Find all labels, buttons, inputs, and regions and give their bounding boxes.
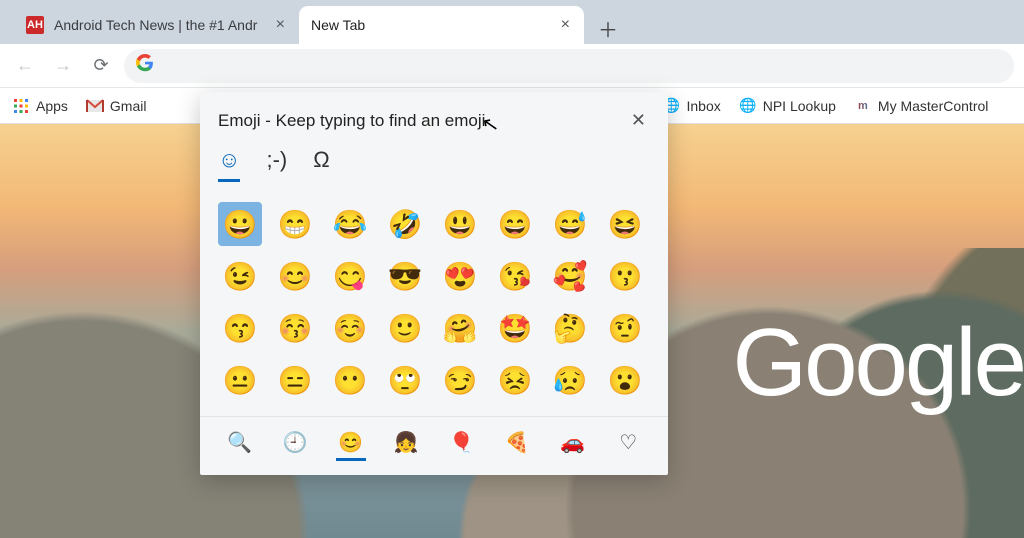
new-tab-button[interactable]: ＋ xyxy=(592,12,624,44)
close-icon[interactable]: ✕ xyxy=(627,106,650,135)
smileys-cat[interactable]: 😊 xyxy=(336,427,366,461)
emoji-picker: Emoji - Keep typing to find an emoji ✕ ☺… xyxy=(200,92,668,475)
tab-title: New Tab xyxy=(311,17,549,33)
emoji-cell[interactable]: 🤣 xyxy=(383,202,427,246)
google-icon xyxy=(136,54,154,77)
bookmark-npi-lookup[interactable]: 🌐 NPI Lookup xyxy=(739,97,836,115)
bookmark-inbox[interactable]: 🌐 Inbox xyxy=(662,97,720,115)
emoji-cell[interactable]: 🙄 xyxy=(383,358,427,402)
emoji-cell[interactable]: 😙 xyxy=(218,306,262,350)
symbols-cat[interactable]: ♡ xyxy=(613,427,643,461)
emoji-cell[interactable]: 🤩 xyxy=(493,306,537,350)
tab-android-tech-news[interactable]: AH Android Tech News | the #1 Andr × xyxy=(14,6,299,44)
emoji-cell[interactable]: 😅 xyxy=(548,202,592,246)
emoji-cell[interactable]: 😶 xyxy=(328,358,372,402)
forward-button[interactable]: → xyxy=(48,51,78,81)
search-cat[interactable]: 🔍 xyxy=(225,427,255,461)
emoji-cell[interactable]: 😉 xyxy=(218,254,262,298)
emoji-cell[interactable]: 😆 xyxy=(603,202,647,246)
emoji-cell[interactable]: 😚 xyxy=(273,306,317,350)
tab-new-tab[interactable]: New Tab × xyxy=(299,6,584,44)
emoji-cell[interactable]: 😑 xyxy=(273,358,317,402)
emoji-cell[interactable]: 🙂 xyxy=(383,306,427,350)
emoji-cell[interactable]: 😗 xyxy=(603,254,647,298)
bookmark-label: Inbox xyxy=(686,98,720,114)
recent-cat[interactable]: 🕘 xyxy=(280,427,310,461)
close-icon[interactable]: × xyxy=(274,15,287,35)
emoji-cell[interactable]: 😐 xyxy=(218,358,262,402)
tab-favicon-ah: AH xyxy=(26,16,44,34)
emoji-cell[interactable]: 😄 xyxy=(493,202,537,246)
apps-icon xyxy=(12,97,30,115)
emoji-cell[interactable]: 😮 xyxy=(603,358,647,402)
emoji-cell[interactable]: ☺️ xyxy=(328,306,372,350)
food-cat[interactable]: 🍕 xyxy=(502,427,532,461)
emoji-cell[interactable]: 🤨 xyxy=(603,306,647,350)
emoji-cell[interactable]: 😘 xyxy=(493,254,537,298)
back-button[interactable]: ← xyxy=(10,51,40,81)
symbols-tab[interactable]: Ω xyxy=(313,147,329,182)
bookmark-label: My MasterControl xyxy=(878,98,988,114)
emoji-cell[interactable]: 😂 xyxy=(328,202,372,246)
emoji-tab[interactable]: ☺ xyxy=(218,147,240,182)
bookmark-label: Gmail xyxy=(110,98,147,114)
emoji-cell[interactable]: 😎 xyxy=(383,254,427,298)
emoji-cell[interactable]: 😏 xyxy=(438,358,482,402)
globe-icon: 🌐 xyxy=(739,97,757,115)
emoji-cell[interactable]: 😊 xyxy=(273,254,317,298)
bookmark-gmail[interactable]: Gmail xyxy=(86,97,147,115)
emoji-grid: 😀😁😂🤣😃😄😅😆 😉😊😋😎😍😘🥰😗 😙😚☺️🙂🤗🤩🤔🤨 😐😑😶🙄😏😣😥😮 xyxy=(200,192,668,416)
emoji-picker-title: Emoji - Keep typing to find an emoji xyxy=(218,111,627,131)
emoji-picker-top-tabs: ☺ ;-) Ω xyxy=(200,141,668,192)
emoji-cell[interactable]: 🤗 xyxy=(438,306,482,350)
mastercontrol-icon: m xyxy=(854,97,872,115)
gmail-icon xyxy=(86,97,104,115)
people-cat[interactable]: 👧 xyxy=(391,427,421,461)
emoji-category-bar: 🔍 🕘 😊 👧 🎈 🍕 🚗 ♡ xyxy=(200,416,668,475)
tab-strip: AH Android Tech News | the #1 Andr × New… xyxy=(0,0,1024,44)
google-logo: Google xyxy=(732,308,1024,418)
omnibox[interactable] xyxy=(124,49,1014,83)
close-icon[interactable]: × xyxy=(559,15,572,35)
reload-button[interactable]: ⟳ xyxy=(86,51,116,81)
bookmark-apps[interactable]: Apps xyxy=(12,97,68,115)
bookmark-label: Apps xyxy=(36,98,68,114)
bookmark-mastercontrol[interactable]: m My MasterControl xyxy=(854,97,988,115)
emoji-cell[interactable]: 🥰 xyxy=(548,254,592,298)
events-cat[interactable]: 🎈 xyxy=(447,427,477,461)
emoji-cell[interactable]: 😋 xyxy=(328,254,372,298)
bookmark-label: NPI Lookup xyxy=(763,98,836,114)
emoji-cell[interactable]: 😃 xyxy=(438,202,482,246)
emoji-cell[interactable]: 😁 xyxy=(273,202,317,246)
emoji-cell[interactable]: 😥 xyxy=(548,358,592,402)
tab-title: Android Tech News | the #1 Andr xyxy=(54,17,264,33)
emoji-cell[interactable]: 😣 xyxy=(493,358,537,402)
address-input[interactable] xyxy=(164,49,1002,83)
travel-cat[interactable]: 🚗 xyxy=(558,427,588,461)
toolbar: ← → ⟳ xyxy=(0,44,1024,88)
emoji-cell[interactable]: 🤔 xyxy=(548,306,592,350)
emoji-cell[interactable]: 😍 xyxy=(438,254,482,298)
emoji-cell[interactable]: 😀 xyxy=(218,202,262,246)
kaomoji-tab[interactable]: ;-) xyxy=(266,147,287,182)
